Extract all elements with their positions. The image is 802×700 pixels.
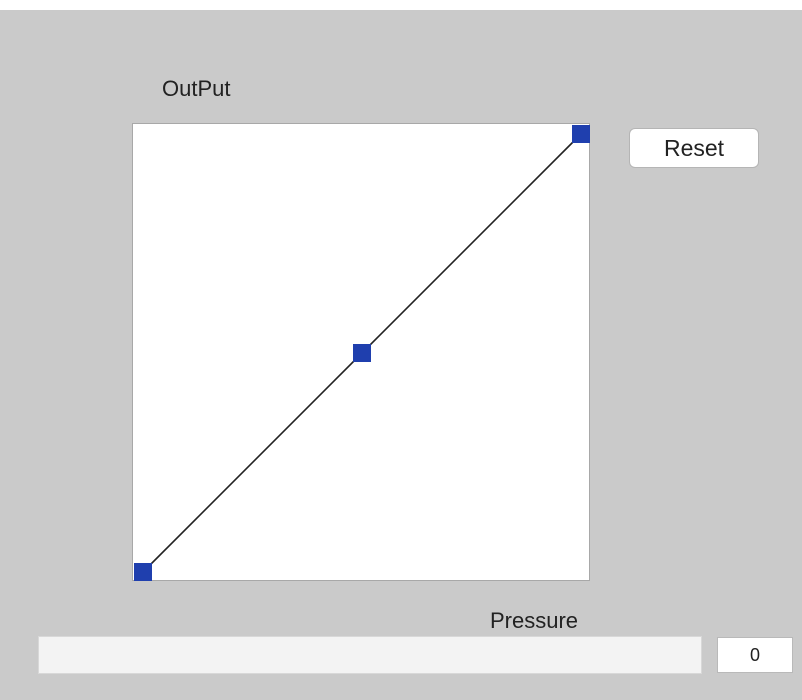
curve-canvas[interactable]	[133, 124, 591, 582]
curve-control-point-2[interactable]	[353, 344, 371, 362]
curve-control-point-3[interactable]	[572, 125, 590, 143]
pressure-label: Pressure	[490, 608, 579, 633]
pressure-value-field: 0	[717, 637, 793, 673]
pressure-bar	[38, 636, 702, 674]
pressure-curve-graph[interactable]	[132, 123, 590, 581]
curve-control-point-1[interactable]	[134, 563, 152, 581]
reset-button[interactable]: Reset	[629, 128, 759, 168]
pressure-curve-panel: OutPut Reset Pressure 0	[0, 10, 802, 700]
output-label: OutPut	[162, 76, 231, 101]
